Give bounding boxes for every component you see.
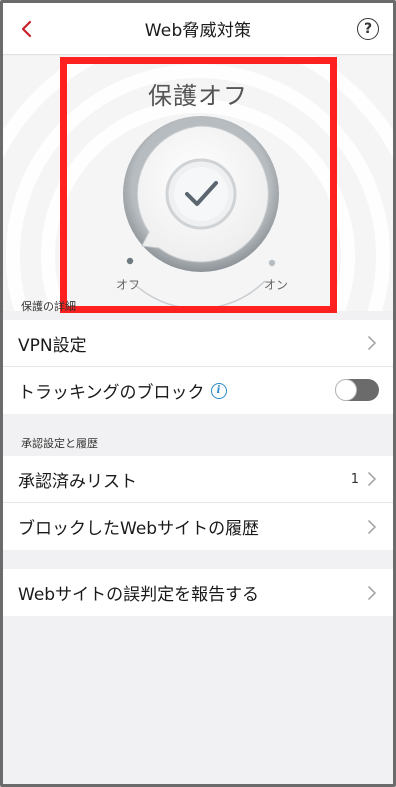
on-label: オン	[264, 278, 289, 292]
protection-status-title: 保護オフ	[148, 82, 248, 110]
chevron-right-icon	[368, 519, 376, 534]
section-header-protection: 保護の詳細	[21, 300, 76, 313]
tracking-block-row: トラッキングのブロック i	[3, 367, 393, 414]
report-list: Webサイトの誤判定を報告する	[3, 569, 393, 616]
help-icon[interactable]: ?	[357, 18, 379, 40]
chevron-right-icon	[368, 585, 376, 600]
off-label: オフ	[116, 278, 141, 292]
approved-list-row[interactable]: 承認済みリスト 1	[3, 456, 393, 503]
page-title: Web脅威対策	[144, 21, 252, 41]
protection-settings-list: VPN設定 トラッキングのブロック i	[3, 320, 393, 414]
off-indicator-dot	[126, 257, 134, 265]
vpn-settings-row[interactable]: VPN設定	[3, 320, 393, 367]
toggle-knob	[336, 380, 356, 400]
info-icon[interactable]: i	[210, 382, 227, 399]
approved-count: 1	[350, 471, 359, 487]
approval-history-list: 承認済みリスト 1 ブロックしたWebサイトの履歴	[3, 456, 393, 550]
chevron-left-icon	[21, 20, 32, 38]
navigation-bar: Web脅威対策 ?	[3, 3, 393, 55]
blocked-history-row[interactable]: ブロックしたWebサイトの履歴	[3, 503, 393, 550]
chevron-right-icon	[368, 336, 376, 350]
tracking-block-label: トラッキングのブロック	[18, 383, 205, 403]
report-misjudgment-label: Webサイトの誤判定を報告する	[18, 585, 260, 605]
back-button[interactable]	[15, 17, 37, 41]
protection-status-panel: 保護オフ オフ オン	[3, 56, 393, 311]
on-indicator-dot	[268, 259, 276, 267]
approved-list-label: 承認済みリスト	[18, 471, 137, 492]
report-misjudgment-row[interactable]: Webサイトの誤判定を報告する	[3, 569, 393, 616]
chevron-right-icon	[368, 472, 376, 486]
vpn-settings-label: VPN設定	[18, 335, 87, 356]
tracking-block-toggle[interactable]	[335, 379, 379, 401]
blocked-history-label: ブロックしたWebサイトの履歴	[18, 519, 260, 539]
section-header-approval: 承認設定と履歴	[21, 437, 98, 450]
app-frame: Web脅威対策 ? 保護オフ オフ オン 保護の詳細 VPN設定 トラッキングの…	[0, 0, 396, 787]
